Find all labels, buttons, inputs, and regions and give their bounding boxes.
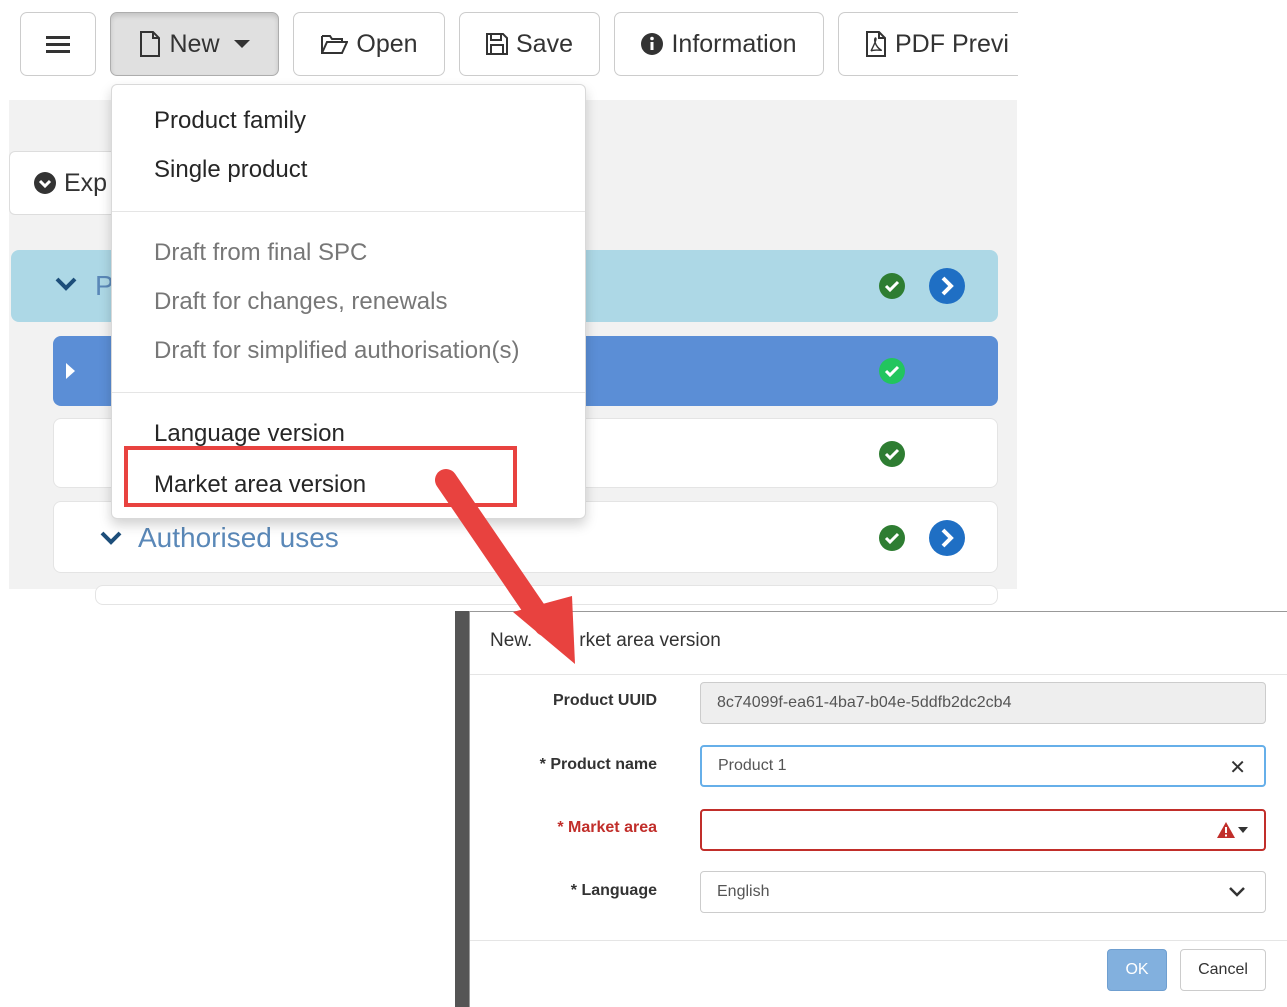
market-area-label: * Market area	[557, 819, 657, 836]
menu-item-draft-simplified: Draft for simplified authorisation(s)	[154, 337, 520, 364]
ok-button[interactable]: OK	[1107, 949, 1167, 991]
info-circle-icon	[641, 33, 664, 55]
save-button-label: Save	[516, 29, 573, 58]
product-uuid-value: 8c74099f-ea61-4ba7-b04e-5ddfb2dc2cb4	[717, 694, 1012, 711]
language-select[interactable]: English	[700, 871, 1266, 913]
chevron-circle-right-icon[interactable]	[929, 268, 965, 309]
pdf-preview-button-label: PDF Previ	[895, 29, 1009, 58]
chevron-circle-right-icon[interactable]	[929, 520, 965, 561]
menu-divider	[112, 392, 585, 393]
menu-item-product-family[interactable]: Product family	[154, 107, 306, 135]
check-circle-icon	[879, 525, 905, 556]
dialog-header-divider	[470, 674, 1287, 675]
product-name-label: * Product name	[539, 756, 657, 773]
new-button-label: New	[169, 29, 220, 58]
check-circle-icon	[879, 273, 905, 304]
hamburger-icon	[46, 34, 70, 54]
cancel-button[interactable]: Cancel	[1180, 949, 1266, 991]
language-value: English	[717, 883, 770, 900]
menu-item-draft-for-changes: Draft for changes, renewals	[154, 288, 448, 315]
save-button[interactable]: Save	[459, 12, 600, 76]
menu-item-draft-from-final-spc: Draft from final SPC	[154, 239, 368, 266]
open-button-label: Open	[356, 29, 418, 58]
tree-row[interactable]	[95, 585, 998, 605]
product-uuid-label: Product UUID	[553, 692, 657, 709]
authorised-uses-label: Authorised uses	[138, 522, 339, 553]
product-name-value: Product 1	[718, 757, 787, 774]
modal-backdrop	[455, 611, 469, 1007]
language-label: * Language	[570, 882, 657, 899]
chevron-down-icon[interactable]	[100, 530, 122, 551]
new-button[interactable]: New	[110, 12, 279, 76]
hamburger-menu-button[interactable]	[20, 12, 96, 76]
chevron-down-icon[interactable]	[55, 276, 77, 297]
information-button-label: Information	[671, 29, 797, 58]
product-name-input[interactable]: Product 1 ✕	[700, 745, 1266, 787]
market-area-select[interactable]	[700, 809, 1266, 851]
menu-item-single-product[interactable]: Single product	[154, 156, 307, 184]
check-circle-icon	[879, 358, 905, 389]
caret-right-icon[interactable]	[65, 363, 75, 384]
open-button[interactable]: Open	[293, 12, 445, 76]
clear-icon[interactable]: ✕	[1229, 755, 1246, 780]
new-market-area-version-dialog: New. rket area version Product UUID 8c740…	[469, 611, 1287, 1007]
file-icon	[139, 31, 161, 57]
check-circle-icon	[879, 441, 905, 472]
dialog-title-start: New.	[490, 630, 533, 651]
chevron-down-icon	[1229, 885, 1245, 903]
folder-open-icon	[320, 33, 349, 55]
menu-item-language-version[interactable]: Language version	[154, 420, 345, 448]
information-button[interactable]: Information	[614, 12, 824, 76]
chevron-circle-down-icon	[34, 172, 56, 194]
dialog-title-end: rket area version	[579, 630, 721, 651]
menu-divider	[112, 211, 585, 212]
pdf-file-icon	[865, 31, 887, 57]
dialog-footer-divider	[470, 940, 1287, 941]
expand-button-label: Exp	[64, 168, 108, 197]
caret-down-icon	[233, 40, 250, 48]
pdf-preview-button[interactable]: PDF Previ	[838, 12, 1018, 76]
highlight-box	[124, 446, 517, 507]
floppy-disk-icon	[486, 33, 508, 55]
dialog-title: New. rket area version	[490, 630, 721, 652]
warning-icon	[1216, 821, 1248, 839]
product-uuid-field: 8c74099f-ea61-4ba7-b04e-5ddfb2dc2cb4	[700, 682, 1266, 724]
